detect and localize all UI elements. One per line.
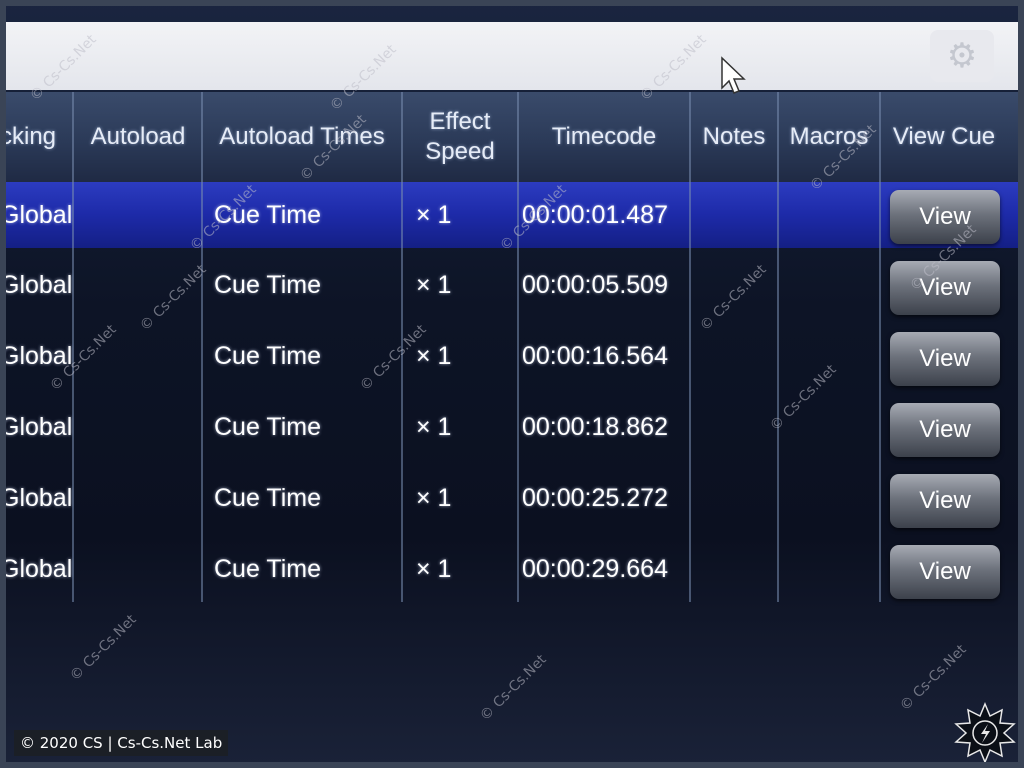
view-cue-button[interactable]: View: [890, 403, 1000, 457]
column-header-autoload-times[interactable]: Autoload Times: [204, 92, 400, 182]
lightning-star-logo: [954, 702, 1016, 764]
cell-effect-speed: × 1: [416, 200, 452, 229]
table-row[interactable]: [0, 536, 1024, 602]
column-divider: [777, 92, 779, 602]
watermark: © Cs-Cs.Net: [477, 651, 550, 725]
column-header-tracking[interactable]: cking: [0, 92, 70, 182]
gear-icon: ⚙: [946, 36, 978, 76]
column-header-view-cue[interactable]: View Cue: [882, 92, 1006, 182]
view-cue-button[interactable]: View: [890, 332, 1000, 386]
table-row[interactable]: [0, 323, 1024, 389]
cell-autoload-times: Cue Time: [214, 554, 321, 583]
column-divider: [201, 92, 203, 602]
column-header-notes[interactable]: Notes: [692, 92, 776, 182]
view-cue-button[interactable]: View: [890, 474, 1000, 528]
table-row-selected[interactable]: [0, 182, 1024, 248]
column-divider: [72, 92, 74, 602]
cell-timecode: 00:00:29.664: [522, 554, 668, 583]
cell-tracking: Global: [0, 200, 73, 229]
cell-effect-speed: × 1: [416, 341, 452, 370]
table-row[interactable]: [0, 252, 1024, 318]
cell-timecode: 00:00:18.862: [522, 412, 668, 441]
cell-autoload-times: Cue Time: [214, 270, 321, 299]
copyright-footer: © 2020 CS | Cs-Cs.Net Lab: [14, 730, 229, 756]
column-header-autoload[interactable]: Autoload: [76, 92, 200, 182]
column-header-timecode[interactable]: Timecode: [520, 92, 688, 182]
cell-timecode: 00:00:25.272: [522, 483, 668, 512]
view-cue-button[interactable]: View: [890, 261, 1000, 315]
cell-effect-speed: × 1: [416, 412, 452, 441]
column-header-macros[interactable]: Macros: [780, 92, 878, 182]
cell-timecode: 00:00:01.487: [522, 200, 668, 229]
column-divider: [401, 92, 403, 602]
watermark: © Cs-Cs.Net: [67, 611, 140, 685]
column-header-effect-speed[interactable]: Effect Speed: [404, 92, 516, 182]
cell-effect-speed: × 1: [416, 270, 452, 299]
table-row[interactable]: [0, 394, 1024, 460]
cell-tracking: Global: [0, 554, 73, 583]
cell-timecode: 00:00:16.564: [522, 341, 668, 370]
view-cue-button[interactable]: View: [890, 190, 1000, 244]
cell-timecode: 00:00:05.509: [522, 270, 668, 299]
settings-button[interactable]: ⚙: [930, 30, 994, 82]
column-divider: [879, 92, 881, 602]
cell-tracking: Global: [0, 483, 73, 512]
cell-effect-speed: × 1: [416, 483, 452, 512]
mouse-cursor-icon: [721, 56, 746, 94]
cell-tracking: Global: [0, 341, 73, 370]
cell-autoload-times: Cue Time: [214, 341, 321, 370]
top-toolbar: [0, 22, 1024, 90]
view-cue-button[interactable]: View: [890, 545, 1000, 599]
table-row[interactable]: [0, 465, 1024, 531]
cell-autoload-times: Cue Time: [214, 412, 321, 441]
cell-autoload-times: Cue Time: [214, 483, 321, 512]
cell-tracking: Global: [0, 412, 73, 441]
screen: ⚙ cking Autoload Autoload Times Effect S…: [0, 0, 1024, 768]
cell-autoload-times: Cue Time: [214, 200, 321, 229]
cell-tracking: Global: [0, 270, 73, 299]
column-divider: [517, 92, 519, 602]
column-divider: [689, 92, 691, 602]
cell-effect-speed: × 1: [416, 554, 452, 583]
